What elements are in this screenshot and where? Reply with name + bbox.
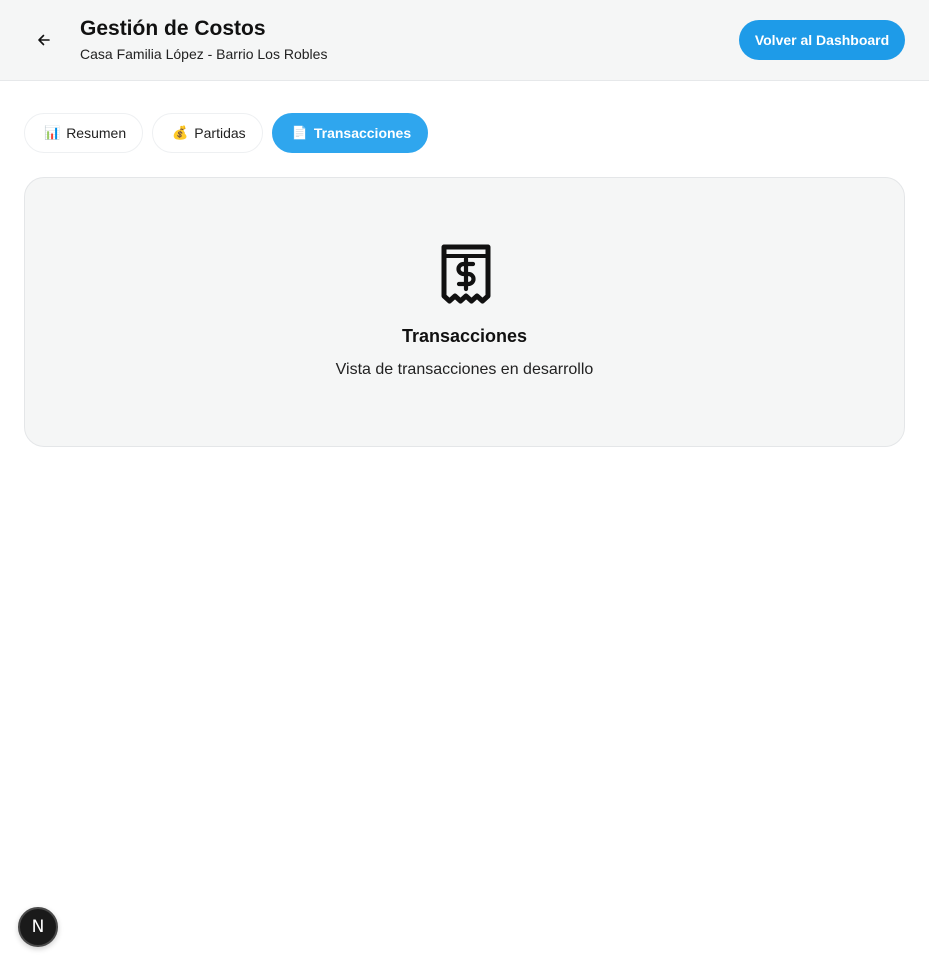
- back-to-dashboard-button[interactable]: Volver al Dashboard: [739, 20, 905, 60]
- tab-label: Transacciones: [313, 125, 412, 141]
- tab-partidas[interactable]: 💰 Partidas: [152, 113, 263, 153]
- document-icon: 📄: [291, 125, 308, 140]
- panel-title: Transacciones: [401, 326, 528, 346]
- panel-description: Vista de transacciones en desarrollo: [335, 361, 594, 378]
- tab-label: Partidas: [194, 125, 246, 141]
- page-header: Gestión de Costos Casa Familia López - B…: [0, 0, 929, 81]
- tab-transacciones[interactable]: 📄 Transacciones: [271, 113, 429, 153]
- back-button[interactable]: [28, 24, 60, 56]
- dev-tools-badge[interactable]: N: [18, 907, 58, 947]
- money-bag-icon: 💰: [172, 125, 189, 140]
- page-title: Gestión de Costos: [80, 17, 266, 40]
- arrow-left-icon: [38, 34, 50, 46]
- bar-chart-icon: 📊: [44, 125, 61, 140]
- tab-bar: 📊 Resumen 💰 Partidas 📄 Transacciones: [24, 113, 429, 153]
- receipt-dollar-icon: [441, 244, 491, 304]
- page-subtitle: Casa Familia López - Barrio Los Robles: [80, 46, 328, 62]
- tab-label: Resumen: [66, 125, 127, 141]
- tab-resumen[interactable]: 📊 Resumen: [24, 113, 144, 153]
- badge-letter: N: [31, 917, 45, 937]
- transactions-panel: Transacciones Vista de transacciones en …: [24, 177, 905, 447]
